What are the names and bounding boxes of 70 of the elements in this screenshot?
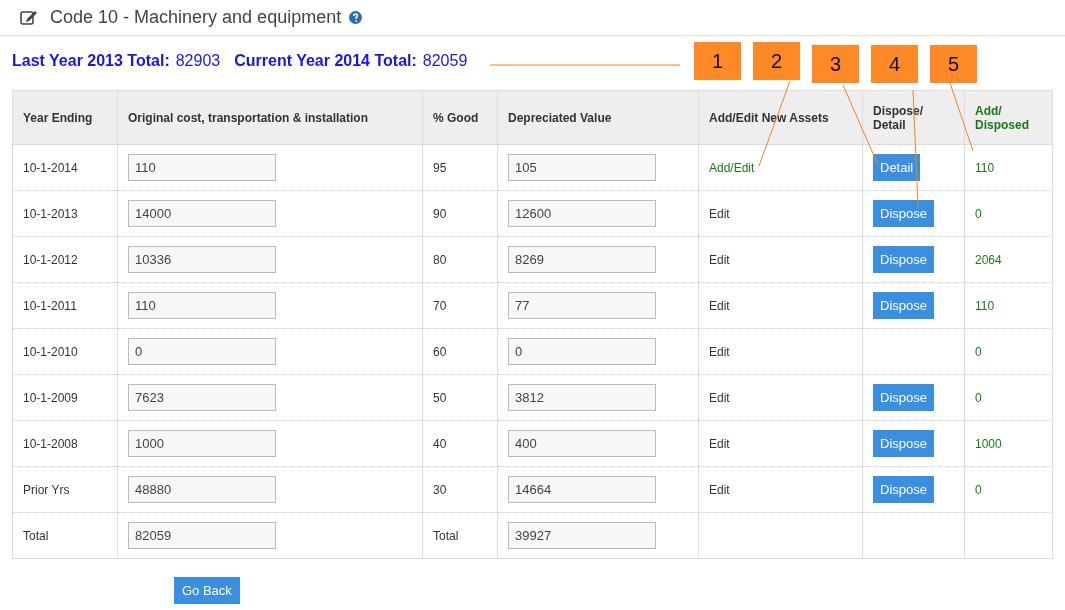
input-field[interactable]: 39927 <box>508 522 656 549</box>
page-title: Code 10 - Machinery and equipment <box>50 6 342 28</box>
input-field[interactable]: 12600 <box>508 200 656 227</box>
help-icon[interactable] <box>349 10 363 24</box>
table-cell: 95 <box>433 160 447 175</box>
table-cell: 90 <box>433 206 447 221</box>
input-field[interactable]: 0 <box>128 338 276 365</box>
edit-icon <box>20 9 38 25</box>
table-cell: 0 <box>975 206 982 221</box>
edit-link[interactable]: Edit <box>709 344 730 359</box>
table-cell: Prior Yrs <box>23 482 70 497</box>
input-field[interactable]: 110 <box>128 154 276 181</box>
edit-link[interactable]: Add/Edit <box>709 160 755 175</box>
number-callout: 5 <box>930 45 977 83</box>
column-header: Year Ending <box>23 110 93 125</box>
table-cell: 0 <box>975 344 982 359</box>
table-cell: 0 <box>975 482 982 497</box>
table-cell: 0 <box>975 390 982 405</box>
input-field[interactable]: 82059 <box>128 522 276 549</box>
table-cell: 10-1-2009 <box>23 390 78 405</box>
table-cell: 10-1-2008 <box>23 436 78 451</box>
table-cell: 40 <box>433 436 447 451</box>
leader-line <box>949 82 974 152</box>
input-field[interactable]: 110 <box>128 292 276 319</box>
table-cell: 60 <box>433 344 447 359</box>
column-header: Depreciated Value <box>508 110 612 125</box>
table-cell: 10-1-2013 <box>23 206 78 221</box>
input-field[interactable]: 14664 <box>508 476 656 503</box>
number-callout: 1 <box>694 42 741 80</box>
total-label: Current Year 2014 Total: <box>234 52 417 70</box>
input-field[interactable]: 48880 <box>128 476 276 503</box>
number-callout: 4 <box>871 45 918 83</box>
input-field[interactable]: 1000 <box>128 430 276 457</box>
edit-link[interactable]: Edit <box>709 482 730 497</box>
input-field[interactable]: 7623 <box>128 384 276 411</box>
edit-link[interactable]: Edit <box>709 252 730 267</box>
number-callout: 3 <box>812 45 859 83</box>
input-field[interactable]: 14000 <box>128 200 276 227</box>
input-field[interactable]: 3812 <box>508 384 656 411</box>
table-cell: Total <box>433 528 459 543</box>
table-cell: 10-1-2011 <box>23 298 77 313</box>
input-field[interactable]: 400 <box>508 430 656 457</box>
input-field[interactable]: 105 <box>508 154 656 181</box>
table-cell: 10-1-2010 <box>23 344 78 359</box>
table-cell: 70 <box>433 298 447 313</box>
input-field[interactable]: 10336 <box>128 246 276 273</box>
input-field[interactable]: 77 <box>508 292 656 319</box>
table-cell: 80 <box>433 252 447 267</box>
table-cell: Total <box>23 528 49 543</box>
table-cell: 10-1-2014 <box>23 160 78 175</box>
edit-link[interactable]: Edit <box>709 206 730 221</box>
table-cell: 30 <box>433 482 447 497</box>
table-cell: 10-1-2012 <box>23 252 78 267</box>
total-label: Last Year 2013 Total: <box>12 52 170 70</box>
table-cell: 1000 <box>975 436 1002 451</box>
total-value: 82903 <box>175 52 221 70</box>
edit-link[interactable]: Edit <box>709 436 730 451</box>
table-cell: 110 <box>975 298 995 313</box>
column-header: Add/ Disposed <box>975 103 1029 132</box>
input-field[interactable]: 0 <box>508 338 656 365</box>
table-cell: 110 <box>975 160 995 175</box>
column-header: Original cost, transportation & installation <box>128 110 369 125</box>
input-field[interactable]: 8269 <box>508 246 656 273</box>
table-cell: 50 <box>433 390 447 405</box>
table-cell: 2064 <box>975 252 1002 267</box>
column-header: % Good <box>433 110 479 125</box>
total-value: 82059 <box>422 52 468 70</box>
edit-link[interactable]: Edit <box>709 390 730 405</box>
number-callout: 2 <box>753 42 800 80</box>
edit-link[interactable]: Edit <box>709 298 730 313</box>
